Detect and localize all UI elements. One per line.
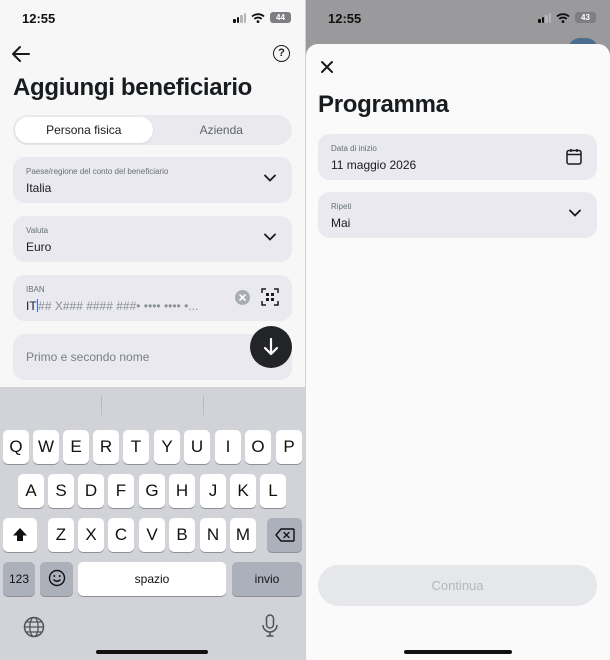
key-e[interactable]: E <box>63 430 89 464</box>
shift-key[interactable] <box>3 518 37 552</box>
repeat-label: Ripeti <box>331 202 352 211</box>
start-date-label: Data di inizio <box>331 144 377 153</box>
currency-label: Valuta <box>26 226 49 235</box>
repeat-select[interactable]: Ripeti Mai <box>318 192 597 238</box>
status-bar: 12:55 43 <box>306 0 610 38</box>
key-i[interactable]: I <box>215 430 241 464</box>
key-g[interactable]: G <box>139 474 165 508</box>
status-time: 12:55 <box>328 11 362 26</box>
start-date-field[interactable]: Data di inizio 11 maggio 2026 <box>318 134 597 180</box>
key-z[interactable]: Z <box>48 518 74 552</box>
key-d[interactable]: D <box>78 474 104 508</box>
status-bar: 12:55 44 <box>0 0 305 38</box>
calendar-icon[interactable] <box>566 148 582 165</box>
schedule-screen: 12:55 43 Programma Data di inizio 11 mag… <box>306 0 610 660</box>
key-b[interactable]: B <box>169 518 195 552</box>
signal-icon <box>233 12 246 23</box>
key-f[interactable]: F <box>108 474 134 508</box>
arrow-left-icon[interactable] <box>10 44 32 64</box>
schedule-sheet: Programma Data di inizio 11 maggio 2026 … <box>306 44 610 660</box>
shift-icon <box>13 528 27 541</box>
numbers-key[interactable]: 123 <box>3 562 35 596</box>
iban-label: IBAN <box>26 285 45 294</box>
iban-input[interactable]: IT ## X### #### ###• •••• •••• •... <box>26 299 198 313</box>
globe-icon[interactable] <box>23 616 45 638</box>
country-value: Italia <box>26 181 52 195</box>
wifi-icon <box>556 12 570 23</box>
key-s[interactable]: S <box>48 474 74 508</box>
continue-button[interactable]: Continua <box>318 565 597 606</box>
key-j[interactable]: J <box>200 474 226 508</box>
iban-field[interactable]: IBAN IT ## X### #### ###• •••• •••• •... <box>13 275 292 321</box>
clear-icon[interactable] <box>235 290 250 305</box>
key-x[interactable]: X <box>78 518 104 552</box>
wifi-icon <box>251 12 265 23</box>
currency-select[interactable]: Valuta Euro <box>13 216 292 262</box>
chevron-down-icon <box>569 209 581 217</box>
currency-value: Euro <box>26 240 52 254</box>
close-icon[interactable] <box>318 58 336 76</box>
arrow-down-icon <box>263 337 279 356</box>
battery-icon: 44 <box>270 12 291 23</box>
start-date-value: 11 maggio 2026 <box>331 158 417 172</box>
return-key[interactable]: invio <box>232 562 302 596</box>
suggestion-divider <box>101 395 102 415</box>
key-c[interactable]: C <box>108 518 134 552</box>
repeat-value: Mai <box>331 216 351 230</box>
home-indicator <box>96 650 208 654</box>
key-r[interactable]: R <box>93 430 119 464</box>
beneficiary-type-toggle: Persona fisica Azienda <box>13 115 292 145</box>
backspace-icon <box>274 528 295 542</box>
key-p[interactable]: P <box>276 430 302 464</box>
key-w[interactable]: W <box>33 430 59 464</box>
name-placeholder: Primo e secondo nome <box>26 350 150 364</box>
suggestion-divider <box>203 395 204 415</box>
key-y[interactable]: Y <box>154 430 180 464</box>
question-mark-icon[interactable]: ? <box>273 45 290 62</box>
space-key[interactable]: spazio <box>78 562 226 596</box>
emoji-key[interactable] <box>40 562 73 596</box>
home-indicator <box>404 650 512 654</box>
delete-key[interactable] <box>267 518 302 552</box>
key-u[interactable]: U <box>184 430 210 464</box>
add-beneficiary-screen: 12:55 44 ? Aggiungi beneficiario Persona… <box>0 0 305 660</box>
microphone-icon[interactable] <box>261 614 279 638</box>
iban-typed-value: IT <box>26 299 37 313</box>
sheet-title: Programma <box>318 91 449 118</box>
tab-persona-fisica[interactable]: Persona fisica <box>15 117 153 143</box>
scan-iban-icon[interactable] <box>261 288 279 306</box>
key-v[interactable]: V <box>139 518 165 552</box>
key-l[interactable]: L <box>260 474 286 508</box>
emoji-icon <box>48 569 65 587</box>
status-time: 12:55 <box>22 11 56 26</box>
battery-icon: 43 <box>575 12 596 23</box>
scroll-down-button[interactable] <box>250 326 292 368</box>
key-t[interactable]: T <box>123 430 149 464</box>
key-a[interactable]: A <box>18 474 44 508</box>
signal-icon <box>538 12 551 23</box>
page-title: Aggiungi beneficiario <box>13 74 253 101</box>
key-k[interactable]: K <box>230 474 256 508</box>
country-label: Paese/regione del conto del beneficiario <box>26 167 169 176</box>
key-h[interactable]: H <box>169 474 195 508</box>
tab-azienda[interactable]: Azienda <box>153 117 291 143</box>
chevron-down-icon <box>264 233 276 241</box>
iban-mask: ## X### #### ###• •••• •••• •... <box>38 299 199 313</box>
key-o[interactable]: O <box>245 430 271 464</box>
key-q[interactable]: Q <box>3 430 29 464</box>
chevron-down-icon <box>264 174 276 182</box>
country-select[interactable]: Paese/regione del conto del beneficiario… <box>13 157 292 203</box>
key-m[interactable]: M <box>230 518 256 552</box>
key-n[interactable]: N <box>200 518 226 552</box>
